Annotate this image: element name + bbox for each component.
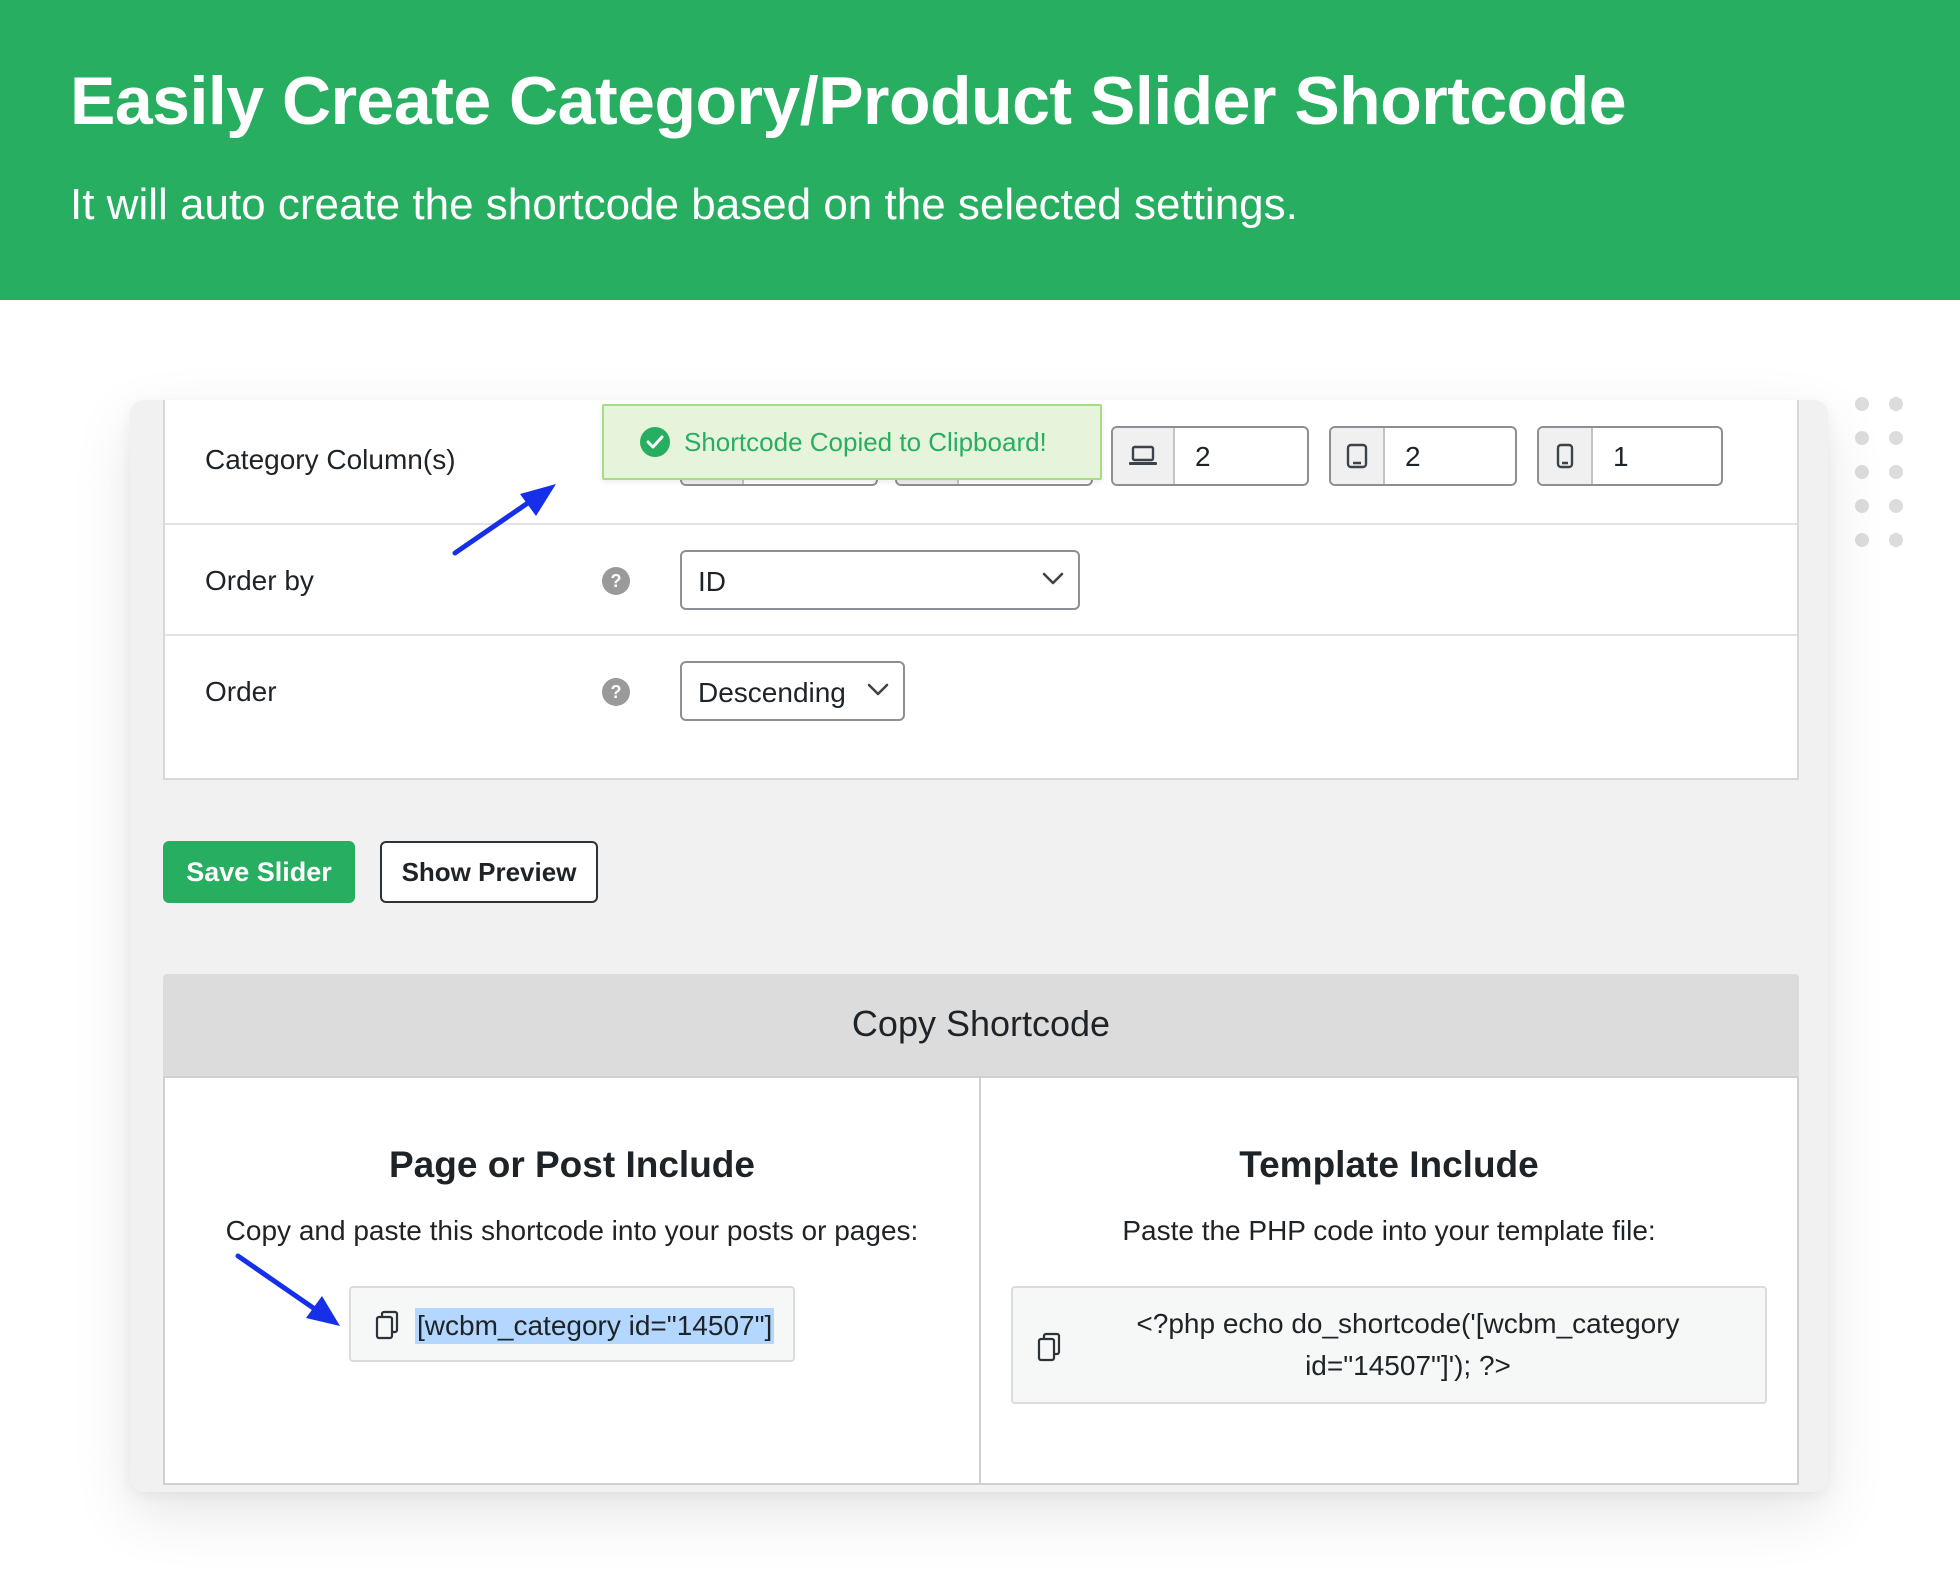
chevron-down-icon (1042, 572, 1064, 585)
banner-subtitle: It will auto create the shortcode based … (70, 180, 1298, 229)
category-columns-label: Category Column(s) (205, 444, 456, 475)
php-code-line-1: <?php echo do_shortcode('[wcbm_category (1136, 1308, 1680, 1339)
banner-title: Easily Create Category/Product Slider Sh… (70, 63, 1627, 139)
order-select[interactable]: Descending (680, 661, 905, 721)
decorative-dots (1855, 397, 1903, 547)
order-label: Order (205, 676, 277, 707)
template-include-description: Paste the PHP code into your template fi… (1122, 1215, 1656, 1246)
order-by-select[interactable]: ID (680, 550, 1080, 610)
laptop-columns-value: 2 (1195, 441, 1211, 472)
laptop-columns-input[interactable]: 2 (1111, 426, 1309, 486)
php-code-field[interactable]: <?php echo do_shortcode('[wcbm_category … (1011, 1286, 1767, 1404)
template-include-section: Template Include Paste the PHP code into… (981, 1078, 1797, 1483)
order-by-value: ID (698, 566, 726, 597)
show-preview-button[interactable]: Show Preview (380, 841, 598, 903)
page-include-title: Page or Post Include (389, 1144, 755, 1185)
copied-toast: Shortcode Copied to Clipboard! (602, 404, 1102, 480)
copy-shortcode-body: Page or Post Include Copy and paste this… (163, 1076, 1799, 1485)
copy-icon[interactable] (375, 1310, 399, 1340)
copy-shortcode-panel: Copy Shortcode Page or Post Include Copy… (163, 974, 1799, 1485)
settings-card: Category Column(s) 2 2 1 Shortcode Copie… (130, 400, 1828, 1492)
order-by-row: Order by ? ID (165, 525, 1797, 636)
copy-icon[interactable] (1037, 1332, 1061, 1362)
mobile-icon (1539, 428, 1593, 484)
save-slider-button[interactable]: Save Slider (163, 841, 355, 903)
copy-shortcode-heading: Copy Shortcode (163, 974, 1799, 1076)
page-include-section: Page or Post Include Copy and paste this… (165, 1078, 981, 1483)
settings-table: Category Column(s) 2 2 1 Shortcode Copie… (163, 400, 1799, 780)
order-value: Descending (698, 677, 846, 708)
toast-message: Shortcode Copied to Clipboard! (684, 426, 1047, 457)
order-row: Order ? Descending (165, 636, 1797, 780)
chevron-down-icon (867, 683, 889, 696)
hero-banner: Easily Create Category/Product Slider Sh… (0, 0, 1960, 300)
template-include-title: Template Include (1239, 1144, 1539, 1185)
laptop-icon (1113, 428, 1175, 484)
mobile-columns-value: 1 (1613, 441, 1629, 472)
php-code-line-2: id="14507"]'); ?> (1305, 1350, 1511, 1381)
category-columns-row: Category Column(s) 2 2 1 Shortcode Copie… (165, 400, 1797, 525)
shortcode-text[interactable]: [wcbm_category id="14507"] (415, 1308, 775, 1344)
help-icon[interactable]: ? (602, 678, 630, 706)
shortcode-field[interactable]: [wcbm_category id="14507"] (349, 1286, 795, 1362)
check-circle-icon (640, 427, 670, 457)
tablet-icon (1331, 428, 1385, 484)
tablet-columns-input[interactable]: 2 (1329, 426, 1517, 486)
help-icon[interactable]: ? (602, 567, 630, 595)
page-include-description: Copy and paste this shortcode into your … (225, 1215, 919, 1246)
tablet-columns-value: 2 (1405, 441, 1421, 472)
order-by-label: Order by (205, 565, 314, 596)
mobile-columns-input[interactable]: 1 (1537, 426, 1723, 486)
